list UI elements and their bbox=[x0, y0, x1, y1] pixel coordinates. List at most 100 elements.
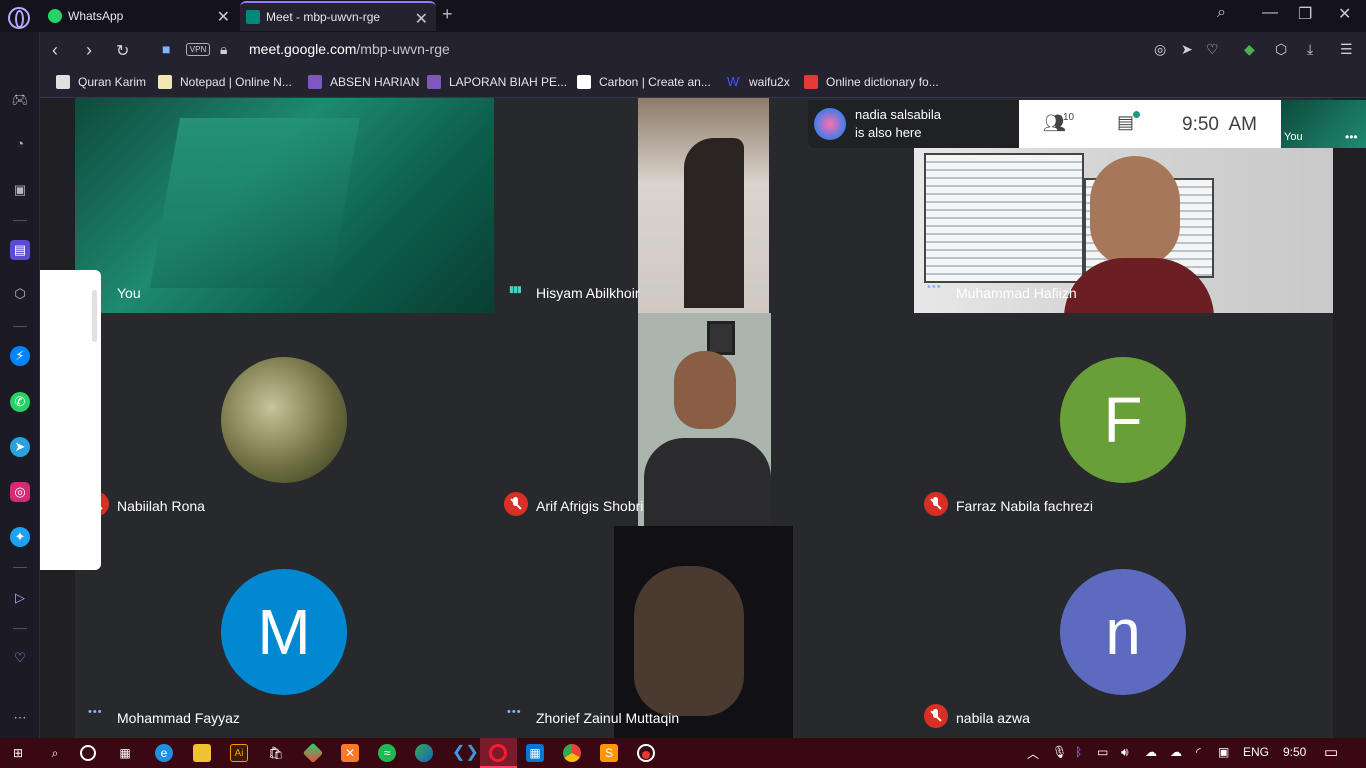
close-tab-icon[interactable]: ✕ bbox=[415, 9, 428, 29]
gamepad-icon[interactable]: 🎮︎ bbox=[10, 90, 30, 110]
url-field[interactable]: meet.google.com/mbp-uwvn-rge bbox=[249, 41, 450, 57]
tab-meet[interactable]: Meet - mbp-uwvn-rge ✕ bbox=[240, 1, 436, 31]
video-body bbox=[644, 438, 771, 526]
bookmark-label: Online dictionary fo... bbox=[826, 75, 939, 89]
bookmark-label: ABSEN HARIAN bbox=[330, 75, 420, 89]
tile-participant[interactable]: Arif Afrigis Shobri bbox=[494, 313, 914, 526]
heart-sidebar-icon[interactable]: ♡ bbox=[10, 648, 30, 668]
briefcase-icon[interactable]: ▣ bbox=[10, 180, 30, 200]
windows-start-icon[interactable]: ⊞ bbox=[9, 744, 27, 762]
tile-participant[interactable]: M Mohammad Fayyaz bbox=[75, 526, 494, 738]
bookmark-label: LAPORAN BIAH PE... bbox=[449, 75, 568, 89]
meeting-clock: 9:50 AM bbox=[1182, 114, 1257, 135]
tab-whatsapp[interactable]: WhatsApp ✕ bbox=[42, 1, 238, 31]
search-tabs-icon[interactable]: ⌕ bbox=[1217, 4, 1226, 22]
bookmark-quran[interactable]: Quran Karim bbox=[56, 75, 146, 89]
illustrator-icon[interactable]: Ai bbox=[230, 744, 248, 762]
wifi-icon[interactable]: ◜ bbox=[1196, 745, 1201, 759]
vpn-badge[interactable]: VPN bbox=[186, 43, 210, 56]
tile-participant[interactable]: Zhorief Zainul Muttaqin bbox=[494, 526, 914, 738]
download-icon[interactable]: ⤓ bbox=[1307, 41, 1313, 58]
new-tab-button[interactable]: + bbox=[442, 4, 453, 25]
tile-self[interactable]: You bbox=[75, 98, 494, 313]
tray-expand-icon[interactable]: ︿ bbox=[1027, 745, 1039, 762]
bookmark-waifu2x[interactable]: Wwaifu2x bbox=[727, 75, 790, 90]
notification-message: is also here bbox=[855, 125, 922, 140]
more-options-icon[interactable]: ••• bbox=[1345, 130, 1358, 144]
participant-name: Arif Afrigis Shobri bbox=[536, 498, 644, 514]
file-explorer-icon[interactable] bbox=[193, 744, 211, 762]
participant-count: 10 bbox=[1063, 112, 1075, 123]
close-window-button[interactable]: ✕ bbox=[1338, 4, 1351, 24]
bookmark-dictionary[interactable]: Online dictionary fo... bbox=[804, 75, 939, 89]
send-icon[interactable]: ➤ bbox=[1181, 41, 1193, 58]
participant-name: Farraz Nabila fachrezi bbox=[956, 498, 1093, 514]
reload-button[interactable]: ↻ bbox=[116, 41, 129, 61]
search-icon[interactable]: ⌕ bbox=[46, 744, 64, 762]
notifications-icon[interactable]: ▭ bbox=[1324, 743, 1338, 761]
store-icon[interactable]: 🛍︎ bbox=[267, 744, 285, 762]
instagram-icon[interactable]: ◎ bbox=[10, 482, 30, 502]
task-view-icon[interactable]: ▦ bbox=[116, 744, 134, 762]
bookmark-notepad[interactable]: Notepad | Online N... bbox=[158, 75, 292, 89]
tile-participant[interactable]: F Farraz Nabila fachrezi bbox=[914, 313, 1333, 526]
side-panel-collapsed[interactable] bbox=[40, 270, 101, 570]
notepad-icon bbox=[158, 75, 172, 89]
git-icon[interactable] bbox=[302, 742, 324, 764]
onedrive-icon[interactable]: ☁ bbox=[1145, 745, 1157, 759]
heart-icon[interactable]: ♡ bbox=[1206, 41, 1219, 58]
opera-taskbar-active[interactable] bbox=[480, 738, 517, 768]
menu-icon[interactable]: ☰ bbox=[1340, 41, 1353, 58]
edge-icon[interactable]: e bbox=[155, 744, 173, 762]
bookmark-laporan[interactable]: LAPORAN BIAH PE... bbox=[427, 75, 567, 89]
more-options-icon[interactable]: ⋯ bbox=[10, 708, 30, 728]
recorder-icon[interactable] bbox=[637, 744, 655, 762]
bluetooth-icon[interactable]: ᛒ bbox=[1075, 745, 1082, 759]
box-icon[interactable]: ⬡ bbox=[1275, 41, 1287, 58]
close-tab-icon[interactable]: ✕ bbox=[217, 7, 230, 27]
volume-icon[interactable]: 🔊︎ bbox=[1121, 745, 1129, 760]
box-sidebar-icon[interactable]: ⬡ bbox=[10, 284, 30, 304]
tile-participant[interactable]: Nabiilah Rona bbox=[75, 313, 494, 526]
speed-dial-icon[interactable]: ◔ bbox=[10, 134, 30, 154]
camera-permission-icon[interactable]: ■ bbox=[162, 41, 170, 57]
bookmark-absen[interactable]: ABSEN HARIAN bbox=[308, 75, 419, 89]
cortana-icon[interactable] bbox=[80, 745, 96, 761]
telegram-icon[interactable]: ➤ bbox=[10, 437, 30, 457]
chat-icon[interactable]: ▤ bbox=[1117, 112, 1134, 133]
bookmark-label: Notepad | Online N... bbox=[180, 75, 292, 89]
taskbar-clock[interactable]: 9:50 bbox=[1283, 745, 1306, 759]
back-button[interactable]: ‹ bbox=[52, 40, 58, 61]
vscode-icon[interactable]: ❮❯ bbox=[452, 744, 479, 762]
spotify-icon[interactable]: ≈ bbox=[378, 744, 396, 762]
bookmark-carbon[interactable]: Carbon | Create an... bbox=[577, 75, 711, 89]
avatar-initial: F bbox=[1060, 357, 1186, 483]
send-sidebar-icon[interactable]: ▷ bbox=[10, 588, 30, 608]
extension-cube-icon[interactable]: ◆ bbox=[1244, 41, 1255, 58]
scrollbar[interactable] bbox=[92, 290, 97, 342]
chrome-icon[interactable] bbox=[563, 744, 581, 762]
sublime-icon[interactable]: S bbox=[600, 744, 618, 762]
opera-logo-icon[interactable] bbox=[8, 7, 30, 29]
microphone-icon[interactable]: 🎙︎ bbox=[1052, 745, 1067, 759]
language-indicator[interactable]: ENG bbox=[1243, 745, 1269, 759]
monitor-icon[interactable]: ▣ bbox=[1218, 745, 1229, 759]
tile-participant[interactable]: n nabila azwa bbox=[914, 526, 1333, 738]
onedrive-sync-icon[interactable]: ☁ bbox=[1170, 745, 1182, 759]
minimize-button[interactable]: — bbox=[1262, 4, 1278, 22]
twitter-icon[interactable]: ✦ bbox=[10, 527, 30, 547]
maximize-button[interactable]: ❐ bbox=[1298, 4, 1312, 24]
meet-top-controls: 👥︎ 10 ▤ 9:50 AM bbox=[1019, 100, 1281, 148]
participant-name: Muhammad Hafiizh bbox=[956, 285, 1077, 301]
battery-icon[interactable]: ▭ bbox=[1097, 745, 1108, 759]
calculator-icon[interactable]: ▦ bbox=[526, 744, 544, 762]
self-preview[interactable]: You ••• bbox=[1281, 100, 1366, 148]
lock-icon[interactable]: 🔒︎ bbox=[220, 41, 227, 58]
messenger-icon[interactable]: ⚡︎ bbox=[10, 346, 30, 366]
workspace-icon[interactable]: ▤ bbox=[10, 240, 30, 260]
whatsapp-sidebar-icon[interactable]: ✆ bbox=[10, 392, 30, 412]
forward-button[interactable]: › bbox=[86, 40, 92, 61]
app-icon[interactable] bbox=[415, 744, 433, 762]
snapshot-icon[interactable]: ◎ bbox=[1154, 41, 1166, 58]
xampp-icon[interactable]: ✕ bbox=[341, 744, 359, 762]
